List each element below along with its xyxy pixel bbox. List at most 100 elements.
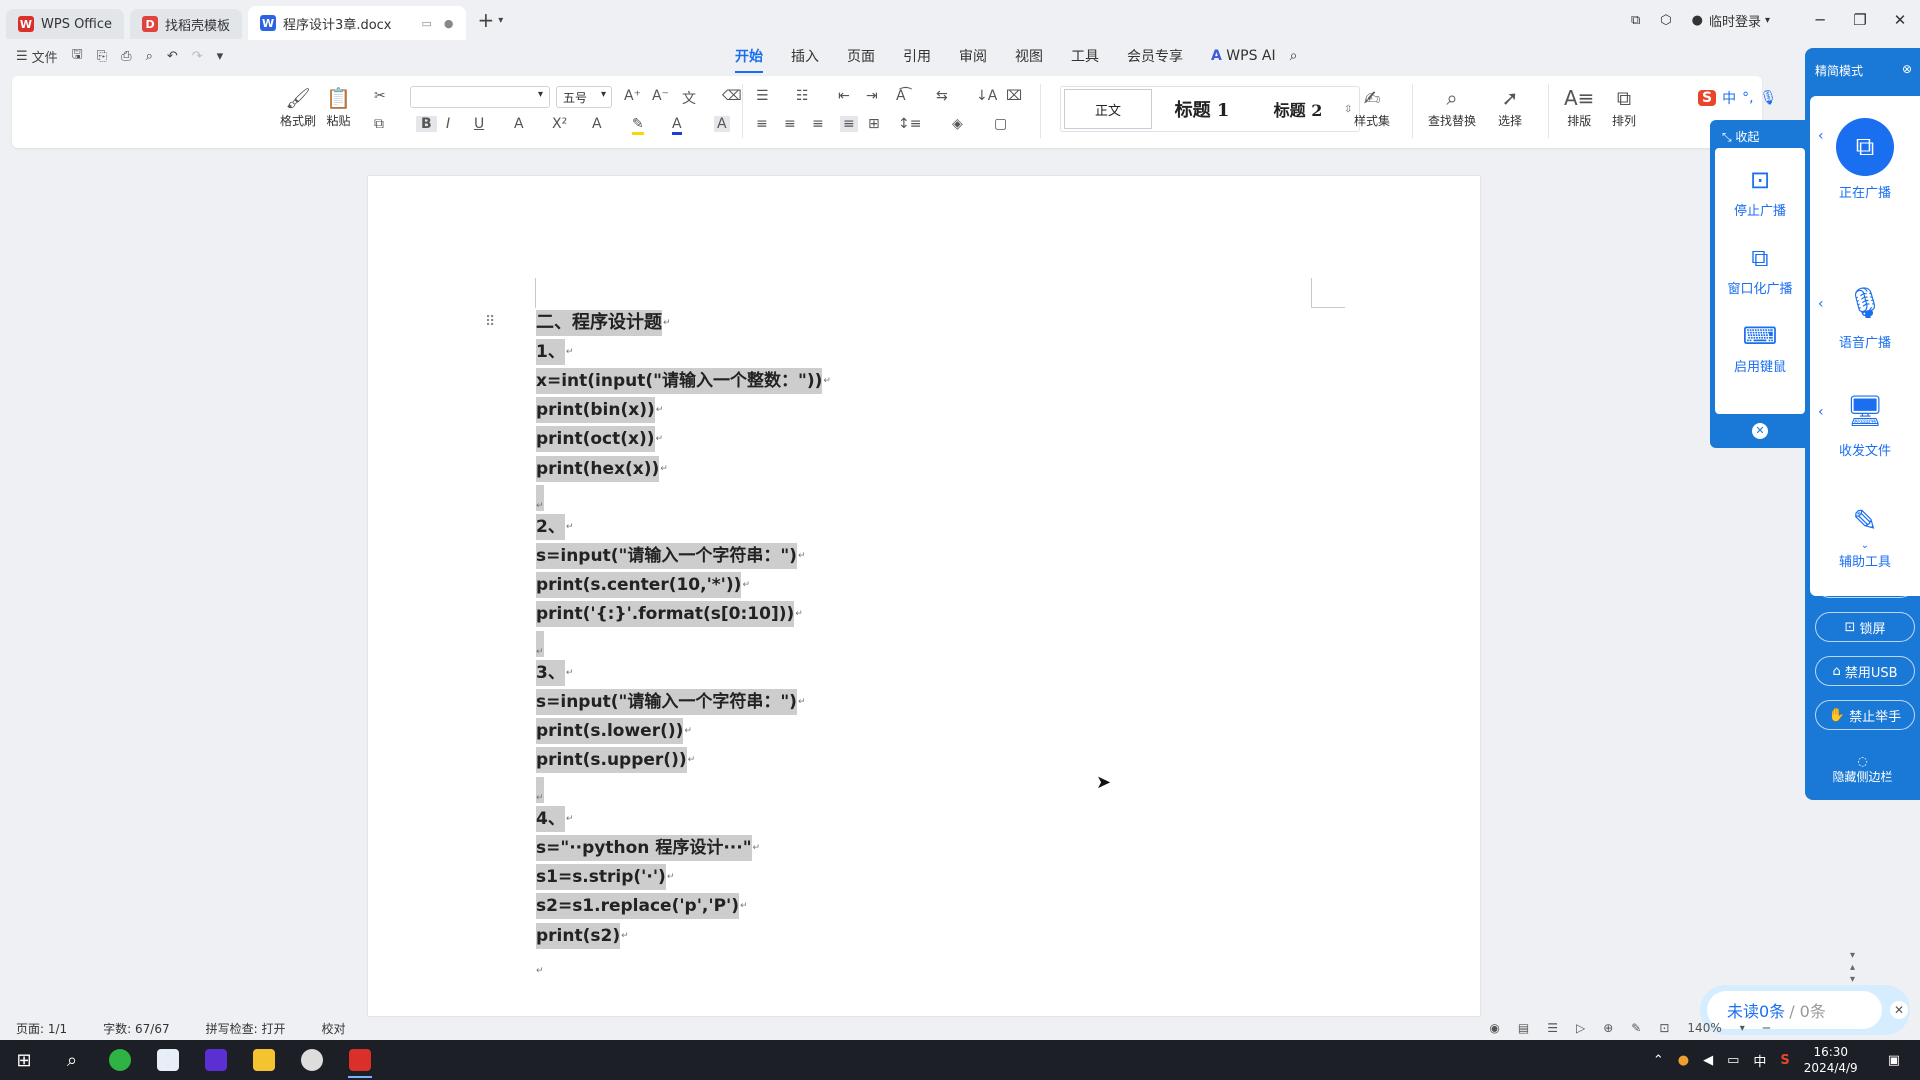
ime-indicator[interactable]: 中 [1753,1051,1766,1070]
document-line[interactable]: 2、 ↵ [536,512,831,541]
document-line[interactable]: 3、 ↵ [536,658,831,687]
document-line[interactable]: ↵ [536,629,831,658]
zoom-level[interactable]: 140% [1687,1021,1721,1035]
start-button[interactable]: ⊞ [0,1040,48,1080]
side-panel-close-icon[interactable]: ⊗ [1902,62,1912,88]
restore-button[interactable]: ❐ [1840,11,1880,29]
font-color-button[interactable]: A [672,116,682,135]
document-line[interactable]: print(oct(x)) ↵ [536,425,831,454]
decrease-indent-icon[interactable]: ⇤ [838,88,850,104]
superscript-button[interactable]: X² [552,116,567,132]
web-view-icon[interactable]: ⊕ [1603,1021,1613,1035]
new-tab-plus-icon[interactable]: + [478,8,495,32]
volume-icon[interactable]: ◀ [1703,1053,1713,1068]
tray-app-icon[interactable]: ● [1678,1053,1689,1068]
text-effect-button[interactable]: A [592,116,602,132]
justify-icon[interactable]: ≡ [840,116,858,132]
tab-home[interactable]: 开始 [735,46,763,73]
document-line[interactable]: print(hex(x)) ↵ [536,454,831,483]
drag-handle-icon[interactable]: ⠿ [485,314,495,330]
text-direction-icon[interactable]: ⇆ [936,88,948,104]
arrange-button[interactable]: ⧉ 排列 [1612,86,1636,129]
code-text[interactable]: s2=s1.replace('p','P') [536,893,740,920]
code-text[interactable]: 1、 [536,338,565,365]
document-line[interactable]: x=int(input("请输入一个整数：")) ↵ [536,366,831,395]
new-tab-dropdown-icon[interactable]: ▾ [498,15,503,26]
scrollbar-arrows-icon[interactable]: ▾ ▴ ▾ [1850,950,1855,986]
taskbar-app-browser[interactable] [96,1040,144,1080]
document-line[interactable]: print('{:}'.format(s[0:10])) ↵ [536,600,831,629]
collapse-button[interactable]: ⤡ 收起 [1710,120,1810,148]
paste-button[interactable]: 📋 粘贴 [326,86,351,129]
pen-icon[interactable]: ✎ [1631,1021,1641,1035]
eye-icon[interactable]: ◉ [1489,1021,1499,1035]
style-heading-1[interactable]: 标题 1 [1152,89,1252,129]
layout-button[interactable]: A≡ 排版 [1564,86,1594,129]
page-view-icon[interactable]: ▤ [1518,1021,1529,1035]
tab-review[interactable]: 审阅 [959,46,987,66]
code-text[interactable]: 2、 [536,513,565,540]
enable-keyboard-mouse-button[interactable]: ⌨ 启用键鼠 [1715,322,1805,375]
code-text[interactable]: print(s2) [536,922,621,949]
line-spacing-icon[interactable]: ↕≡ [898,116,921,132]
find-replace-button[interactable]: ⌕ 查找替换 [1428,86,1476,129]
export-icon[interactable]: ⎘ [97,49,107,64]
minimize-button[interactable]: ─ [1800,11,1840,29]
stop-broadcast-button[interactable]: ⊡ 停止广播 [1715,166,1805,219]
broadcasting-button[interactable]: ‹ ⧉ 正在广播 [1810,118,1920,201]
select-button[interactable]: ➚ 选择 [1498,86,1522,129]
document-line[interactable]: s=input("请输入一个字符串：") ↵ [536,542,831,571]
undo-icon[interactable]: ↶ [167,49,178,64]
search-button[interactable]: ⌕ [48,1040,96,1080]
code-text[interactable]: s=input("请输入一个字符串：") [536,543,797,570]
numbered-list-icon[interactable]: ☷ [796,88,809,104]
avatar[interactable]: ● [1692,13,1703,28]
chinese-layout-icon[interactable]: A͡ [896,88,906,104]
block-network-button[interactable]: ≋ 禁网 [1815,568,1915,598]
file-menu[interactable]: 文件 [32,47,58,66]
code-text[interactable]: print(s.center(10,'*')) [536,572,742,599]
login-dropdown-icon[interactable]: ▾ [1765,15,1770,26]
tray-expand-icon[interactable]: ⌃ [1653,1053,1664,1068]
section-heading[interactable]: 二、程序设计题 [536,309,662,336]
tab-tools[interactable]: 工具 [1071,46,1099,66]
sogou-tray-icon[interactable]: S [1780,1053,1789,1068]
close-button[interactable]: ✕ [1880,11,1920,29]
taskbar-app-window[interactable] [144,1040,192,1080]
tab-template[interactable]: D 找稻壳模板 [130,9,243,39]
document-page[interactable]: ⠿ 二、程序设计题 ↵ 1、 ↵ x=int(input("请输入一个整数：")) ↵ pr… [368,176,1480,1016]
code-text[interactable]: print(oct(x)) [536,426,655,453]
align-center-icon[interactable]: ≡ [784,116,796,132]
zoom-out-icon[interactable]: ─ [1763,1021,1770,1035]
document-line[interactable]: s2=s1.replace('p','P') ↵ [536,892,831,921]
document-body[interactable]: 二、程序设计题 ↵ 1、 ↵ x=int(input("请输入一个整数：")) ↵ prin… [536,308,831,950]
document-line[interactable]: print(s2) ↵ [536,921,831,950]
document-line[interactable]: print(bin(x)) ↵ [536,396,831,425]
tab-page[interactable]: 页面 [847,46,875,66]
wps-ai-button[interactable]: A WPS AI [1211,48,1276,64]
notification-icon[interactable]: ▣ [1888,1053,1900,1068]
hide-sidebar-button[interactable]: ◌ 隐藏侧边栏 [1805,754,1920,785]
phonetic-icon[interactable]: 文 [682,88,696,108]
clear-format-icon[interactable]: ⌫ [722,88,742,104]
document-line[interactable]: print(s.lower()) ↵ [536,717,831,746]
redo-icon[interactable]: ↷ [192,49,203,64]
align-left-icon[interactable]: ≡ [756,116,768,132]
document-line[interactable]: ↵ [536,483,831,512]
document-line[interactable]: s="··python 程序设计···" ↵ [536,833,831,862]
code-text[interactable]: 4、 [536,805,565,832]
document-line[interactable]: print(s.upper()) ↵ [536,746,831,775]
tab-insert[interactable]: 插入 [791,46,819,66]
code-text[interactable]: s=input("请输入一个字符串：") [536,689,797,716]
borders-icon[interactable]: ▢ [994,116,1007,132]
underline-button[interactable]: U [474,116,484,132]
assist-tools-button[interactable]: ✎ ⌄ 辅助工具 [1810,504,1920,570]
style-heading-2[interactable]: 标题 2 [1252,89,1344,129]
code-text[interactable]: print(hex(x)) [536,455,660,482]
font-size-select[interactable]: 五号 ▾ [556,86,612,108]
save-icon[interactable]: 🖫 [72,45,83,67]
document-line[interactable]: ↵ [536,775,831,804]
document-line[interactable]: 4、 ↵ [536,804,831,833]
tab-wps-office[interactable]: W WPS Office [6,9,125,39]
tab-member[interactable]: 会员专享 [1127,46,1183,66]
